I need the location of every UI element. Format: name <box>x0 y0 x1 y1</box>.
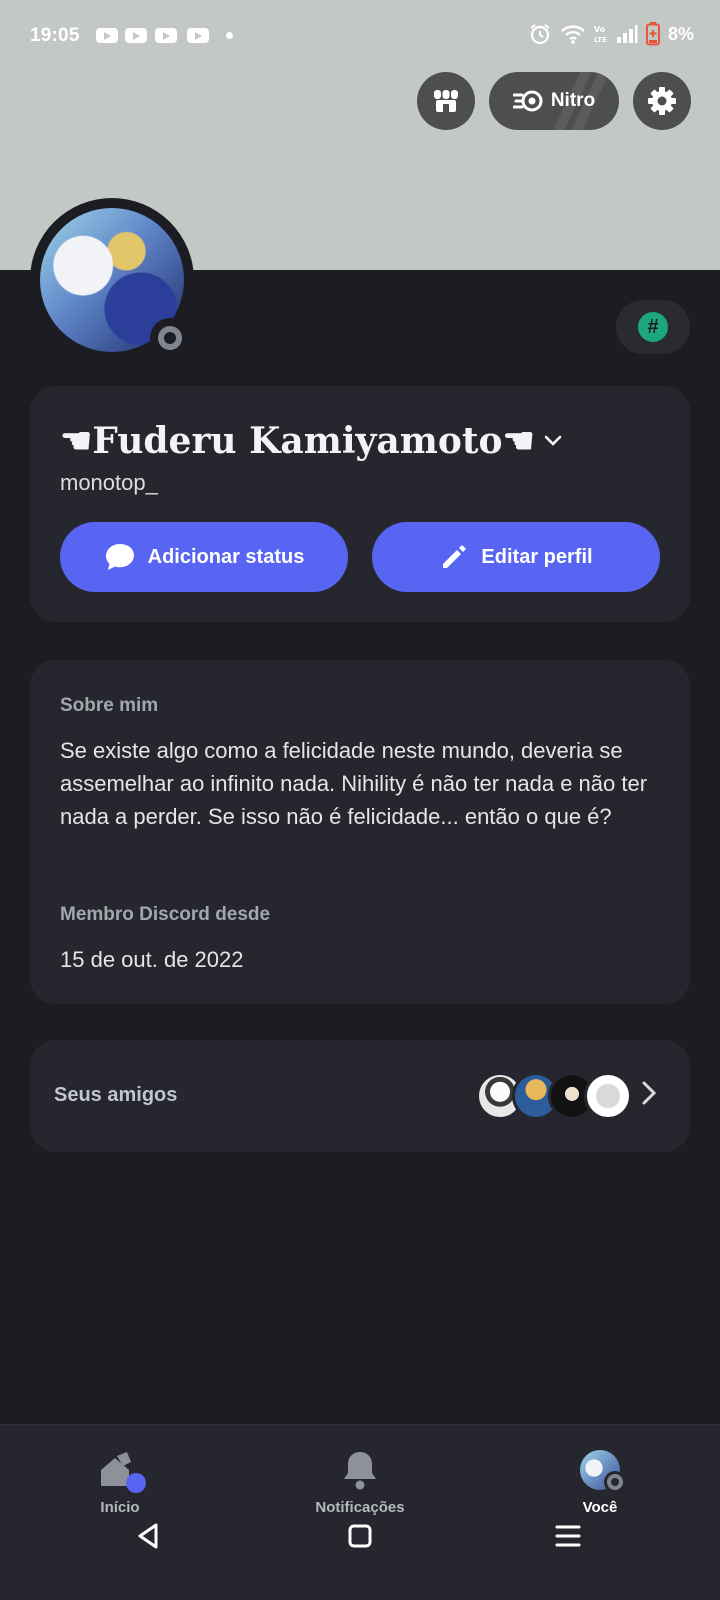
nav-home[interactable]: Início <box>40 1447 200 1516</box>
pencil-icon <box>443 545 467 568</box>
alarm-icon <box>530 24 550 45</box>
battery-icon <box>645 22 660 46</box>
volte-icon: Vo LTE <box>594 25 607 44</box>
offline-status-icon <box>150 318 190 358</box>
friends-label: Seus amigos <box>54 1084 178 1106</box>
bottom-navigation: Início Notificações Você <box>0 1424 720 1600</box>
svg-text:Vo: Vo <box>594 25 606 34</box>
home-system-button[interactable] <box>340 1511 380 1561</box>
gear-icon <box>648 87 676 115</box>
back-triangle-icon <box>138 1523 158 1549</box>
friend-avatar <box>584 1072 632 1120</box>
home-icon <box>94 1447 146 1493</box>
profile-badge[interactable]: # <box>616 300 690 354</box>
profile-avatar[interactable] <box>30 198 194 362</box>
about-text: Se existe algo como a felicidade neste m… <box>60 738 648 829</box>
add-status-label: Adicionar status <box>147 545 305 568</box>
member-since-date: 15 de out. de 2022 <box>60 947 244 972</box>
menu-lines-icon <box>555 1525 581 1547</box>
youtube-icon <box>155 28 177 43</box>
youtube-icon <box>125 28 147 43</box>
signal-icon <box>616 25 638 43</box>
hashtag-icon: # <box>638 312 668 342</box>
member-since-heading: Membro Discord desde <box>60 904 271 925</box>
bell-icon <box>334 1447 386 1493</box>
settings-button[interactable] <box>633 72 691 130</box>
unread-dot <box>126 1473 146 1493</box>
shop-icon <box>434 90 458 112</box>
profile-card: ☚Fuderu Kamiyamoto☚ monotop_ Adicionar s… <box>30 386 690 622</box>
status-bar: 19:05 Vo LTE 8% <box>0 0 720 72</box>
more-notifications-dot <box>226 32 233 39</box>
edit-profile-label: Editar perfil <box>481 545 593 568</box>
display-name: ☚Fuderu Kamiyamoto☚ <box>60 420 535 462</box>
display-name-row[interactable]: ☚Fuderu Kamiyamoto☚ <box>60 420 563 462</box>
you-avatar <box>574 1447 626 1493</box>
square-icon <box>348 1524 372 1548</box>
back-button[interactable] <box>128 1511 168 1561</box>
nav-you[interactable]: Você <box>520 1447 680 1516</box>
about-card: Sobre mim Se existe algo como a felicida… <box>30 660 690 1004</box>
chevron-right-icon <box>642 1081 657 1105</box>
offline-status-icon <box>604 1471 626 1493</box>
battery-percent: 8% <box>667 23 694 44</box>
nitro-icon <box>512 90 543 112</box>
nitro-label: Nitro <box>550 90 596 111</box>
add-status-button[interactable]: Adicionar status <box>60 522 348 592</box>
youtube-icon <box>96 28 118 43</box>
wifi-icon <box>561 25 585 44</box>
status-time: 19:05 <box>30 25 80 46</box>
nav-notifications[interactable]: Notificações <box>280 1447 440 1516</box>
youtube-icon <box>187 28 209 43</box>
chevron-down-icon <box>544 435 562 446</box>
nitro-button[interactable]: Nitro <box>489 72 619 130</box>
svg-text:LTE: LTE <box>594 36 607 44</box>
recents-button[interactable] <box>548 1511 588 1561</box>
speech-bubble-icon <box>105 544 134 570</box>
about-heading: Sobre mim <box>60 695 159 716</box>
username: monotop_ <box>60 470 158 495</box>
edit-profile-button[interactable]: Editar perfil <box>372 522 660 592</box>
shop-button[interactable] <box>417 72 475 130</box>
friends-card[interactable]: Seus amigos <box>30 1040 690 1152</box>
